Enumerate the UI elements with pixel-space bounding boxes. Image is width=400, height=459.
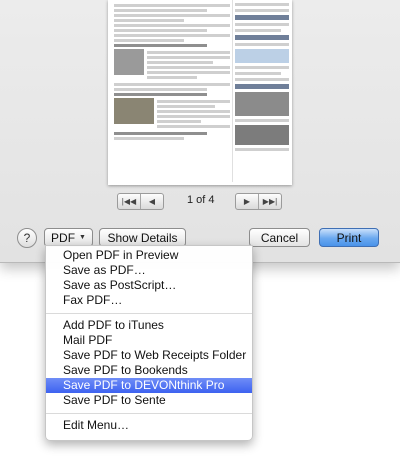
print-dialog: |◀◀ ◀ 1 of 4 ▶ ▶▶| ? PDF ▼ Show Details … — [0, 0, 400, 263]
menu-item-sente[interactable]: Save PDF to Sente — [46, 393, 252, 408]
chevron-down-icon: ▼ — [79, 234, 86, 241]
page-count-label: 1 of 4 — [187, 194, 215, 206]
menu-separator — [46, 313, 252, 314]
pdf-dropdown-menu: Open PDF in Preview Save as PDF… Save as… — [45, 245, 253, 441]
menu-item-open-in-preview[interactable]: Open PDF in Preview — [46, 248, 252, 263]
menu-item-save-as-postscript[interactable]: Save as PostScript… — [46, 278, 252, 293]
menu-item-bookends[interactable]: Save PDF to Bookends — [46, 363, 252, 378]
menu-item-mail-pdf[interactable]: Mail PDF — [46, 333, 252, 348]
menu-item-save-as-pdf[interactable]: Save as PDF… — [46, 263, 252, 278]
last-page-icon[interactable]: ▶▶| — [258, 194, 281, 209]
help-button-label: ? — [23, 231, 31, 245]
menu-item-web-receipts[interactable]: Save PDF to Web Receipts Folder — [46, 348, 252, 363]
preview-article-column — [114, 2, 230, 178]
cancel-label: Cancel — [260, 230, 299, 245]
menu-item-fax-pdf[interactable]: Fax PDF… — [46, 293, 252, 308]
previous-page-icon[interactable]: ◀ — [140, 194, 163, 209]
help-button[interactable]: ? — [17, 228, 37, 248]
menu-separator — [46, 413, 252, 414]
menu-item-add-to-itunes[interactable]: Add PDF to iTunes — [46, 318, 252, 333]
next-page-icon[interactable]: ▶ — [236, 194, 258, 209]
menu-item-devonthink[interactable]: Save PDF to DEVONthink Pro — [46, 378, 252, 393]
preview-sidebar-column — [232, 0, 291, 182]
print-button[interactable]: Print — [319, 228, 379, 247]
pdf-button-label: PDF — [51, 230, 76, 245]
back-buttons: |◀◀ ◀ — [117, 193, 164, 210]
show-details-label: Show Details — [107, 230, 178, 245]
forward-buttons: ▶ ▶▶| — [235, 193, 282, 210]
page-navigator: |◀◀ ◀ 1 of 4 ▶ ▶▶| — [117, 193, 292, 210]
print-label: Print — [336, 230, 362, 245]
menu-item-edit-menu[interactable]: Edit Menu… — [46, 418, 252, 433]
cancel-button[interactable]: Cancel — [249, 228, 310, 247]
page-preview — [108, 0, 292, 185]
first-page-icon[interactable]: |◀◀ — [118, 194, 140, 209]
